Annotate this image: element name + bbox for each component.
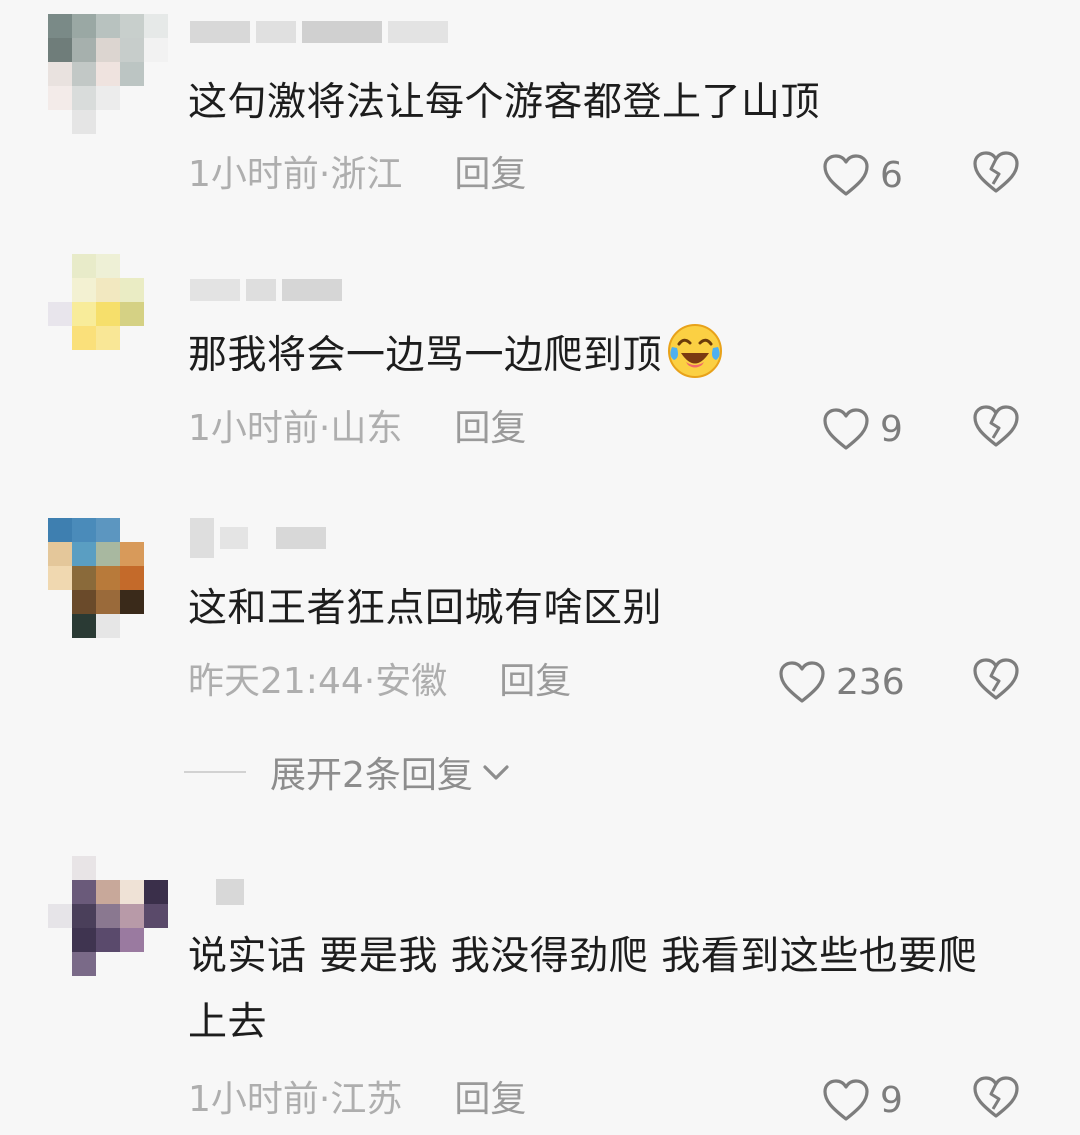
comment-time: 1小时前 <box>188 408 319 449</box>
heart-icon <box>779 661 825 703</box>
like-count: 9 <box>880 1079 903 1121</box>
comment-location: 山东 <box>330 408 403 449</box>
comment-text: 说实话 要是我 我没得劲爬 我看到这些也要爬上去 <box>188 934 978 1045</box>
dislike-button[interactable] <box>972 150 1022 200</box>
comment-meta: 1小时前 · 浙江 回复 <box>188 150 526 200</box>
chevron-down-icon <box>483 765 509 780</box>
meta-separator: · <box>318 154 331 195</box>
like-button[interactable]: 6 <box>822 150 903 200</box>
avatar[interactable] <box>48 14 168 134</box>
expand-replies-button[interactable]: 展开2条回复 <box>184 748 511 796</box>
dislike-button[interactable] <box>972 657 1022 707</box>
comment-meta: 1小时前 · 江苏 回复 <box>188 1075 526 1125</box>
comment-time: 1小时前 <box>188 154 319 195</box>
avatar[interactable] <box>48 254 168 374</box>
comment-text: 这和王者狂点回城有啥区别 <box>188 586 663 631</box>
reply-button[interactable]: 回复 <box>454 1075 526 1125</box>
reply-button[interactable]: 回复 <box>454 150 526 200</box>
avatar[interactable] <box>48 518 168 638</box>
meta-separator: · <box>363 661 376 702</box>
expand-replies-label: 展开2条回复 <box>270 755 473 796</box>
heart-icon <box>823 154 869 196</box>
dislike-button[interactable] <box>972 1075 1022 1125</box>
comment-meta: 昨天21:44 · 安徽 回复 <box>188 657 571 707</box>
heart-icon <box>823 1079 869 1121</box>
like-button[interactable]: 9 <box>822 1075 903 1125</box>
broken-heart-icon <box>973 1076 1019 1118</box>
username-blurred[interactable] <box>190 878 244 906</box>
broken-heart-icon <box>973 658 1019 700</box>
reply-button[interactable]: 回复 <box>454 404 526 454</box>
reply-button[interactable]: 回复 <box>499 657 571 707</box>
avatar[interactable] <box>48 856 168 976</box>
like-count: 6 <box>880 154 903 196</box>
broken-heart-icon <box>973 151 1019 193</box>
like-button[interactable]: 236 <box>778 657 905 707</box>
like-count: 236 <box>836 661 905 703</box>
crying-laughing-emoji-icon <box>668 324 723 378</box>
like-button[interactable]: 9 <box>822 404 903 454</box>
dislike-button[interactable] <box>972 404 1022 454</box>
meta-separator: · <box>318 408 331 449</box>
broken-heart-icon <box>973 405 1019 447</box>
comment-text-content: 那我将会一边骂一边爬到顶 <box>188 333 663 378</box>
meta-separator: · <box>318 1079 331 1120</box>
comment-location: 浙江 <box>330 154 403 195</box>
heart-icon <box>823 408 869 450</box>
comment-text: 这句激将法让每个游客都登上了山顶 <box>188 80 821 125</box>
username-blurred[interactable] <box>190 18 448 46</box>
comment-text: 那我将会一边骂一边爬到顶 <box>188 322 1000 389</box>
comment-time: 昨天21:44 <box>188 661 364 702</box>
username-blurred[interactable] <box>190 276 342 304</box>
like-count: 9 <box>880 408 903 450</box>
comment-time: 1小时前 <box>188 1079 319 1120</box>
comment-location: 江苏 <box>330 1079 403 1120</box>
username-blurred[interactable] <box>190 518 326 558</box>
divider-line <box>184 771 246 773</box>
comment-meta: 1小时前 · 山东 回复 <box>188 404 526 454</box>
comment-location: 安徽 <box>375 661 448 702</box>
